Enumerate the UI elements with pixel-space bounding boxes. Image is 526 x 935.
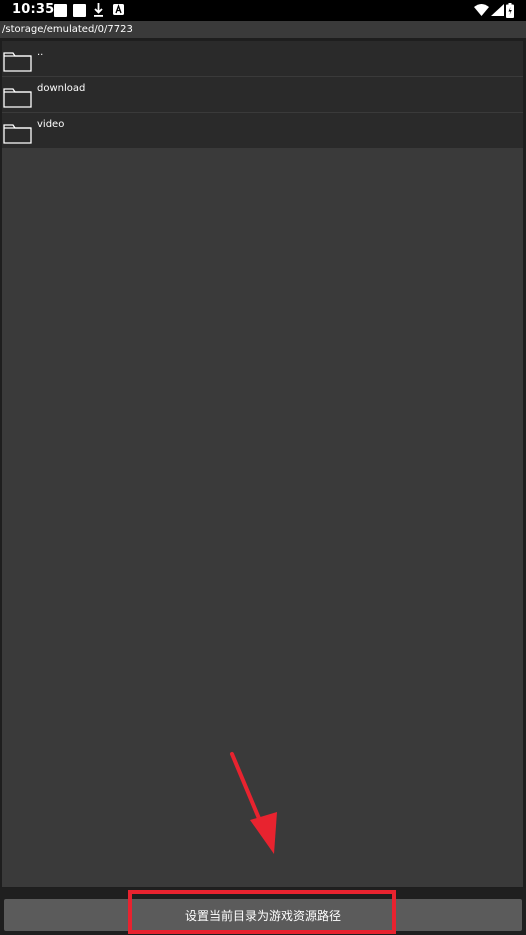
download-icon: [94, 3, 103, 17]
square-icon: [54, 4, 67, 17]
annotation-highlight-box: [128, 890, 396, 934]
list-item-label: download: [37, 83, 86, 94]
folder-icon: [3, 124, 32, 144]
status-time: 10:35: [12, 2, 55, 17]
folder-icon: [3, 88, 32, 108]
status-bar: 10:35: [0, 0, 526, 21]
signal-icon: [491, 4, 504, 16]
folder-icon: [3, 52, 32, 72]
list-item-label: ..: [37, 47, 44, 58]
list-item-label: video: [37, 119, 65, 130]
list-item-parent[interactable]: ..: [2, 41, 523, 77]
square-icon: [73, 4, 86, 17]
battery-icon: [506, 3, 514, 18]
annotation-arrow: [230, 752, 277, 854]
a-icon: [113, 4, 124, 15]
current-path: /storage/emulated/0/7723: [0, 21, 526, 38]
list-item-download[interactable]: download: [2, 77, 523, 113]
wifi-icon: [474, 4, 489, 16]
list-item-video[interactable]: video: [2, 113, 523, 149]
